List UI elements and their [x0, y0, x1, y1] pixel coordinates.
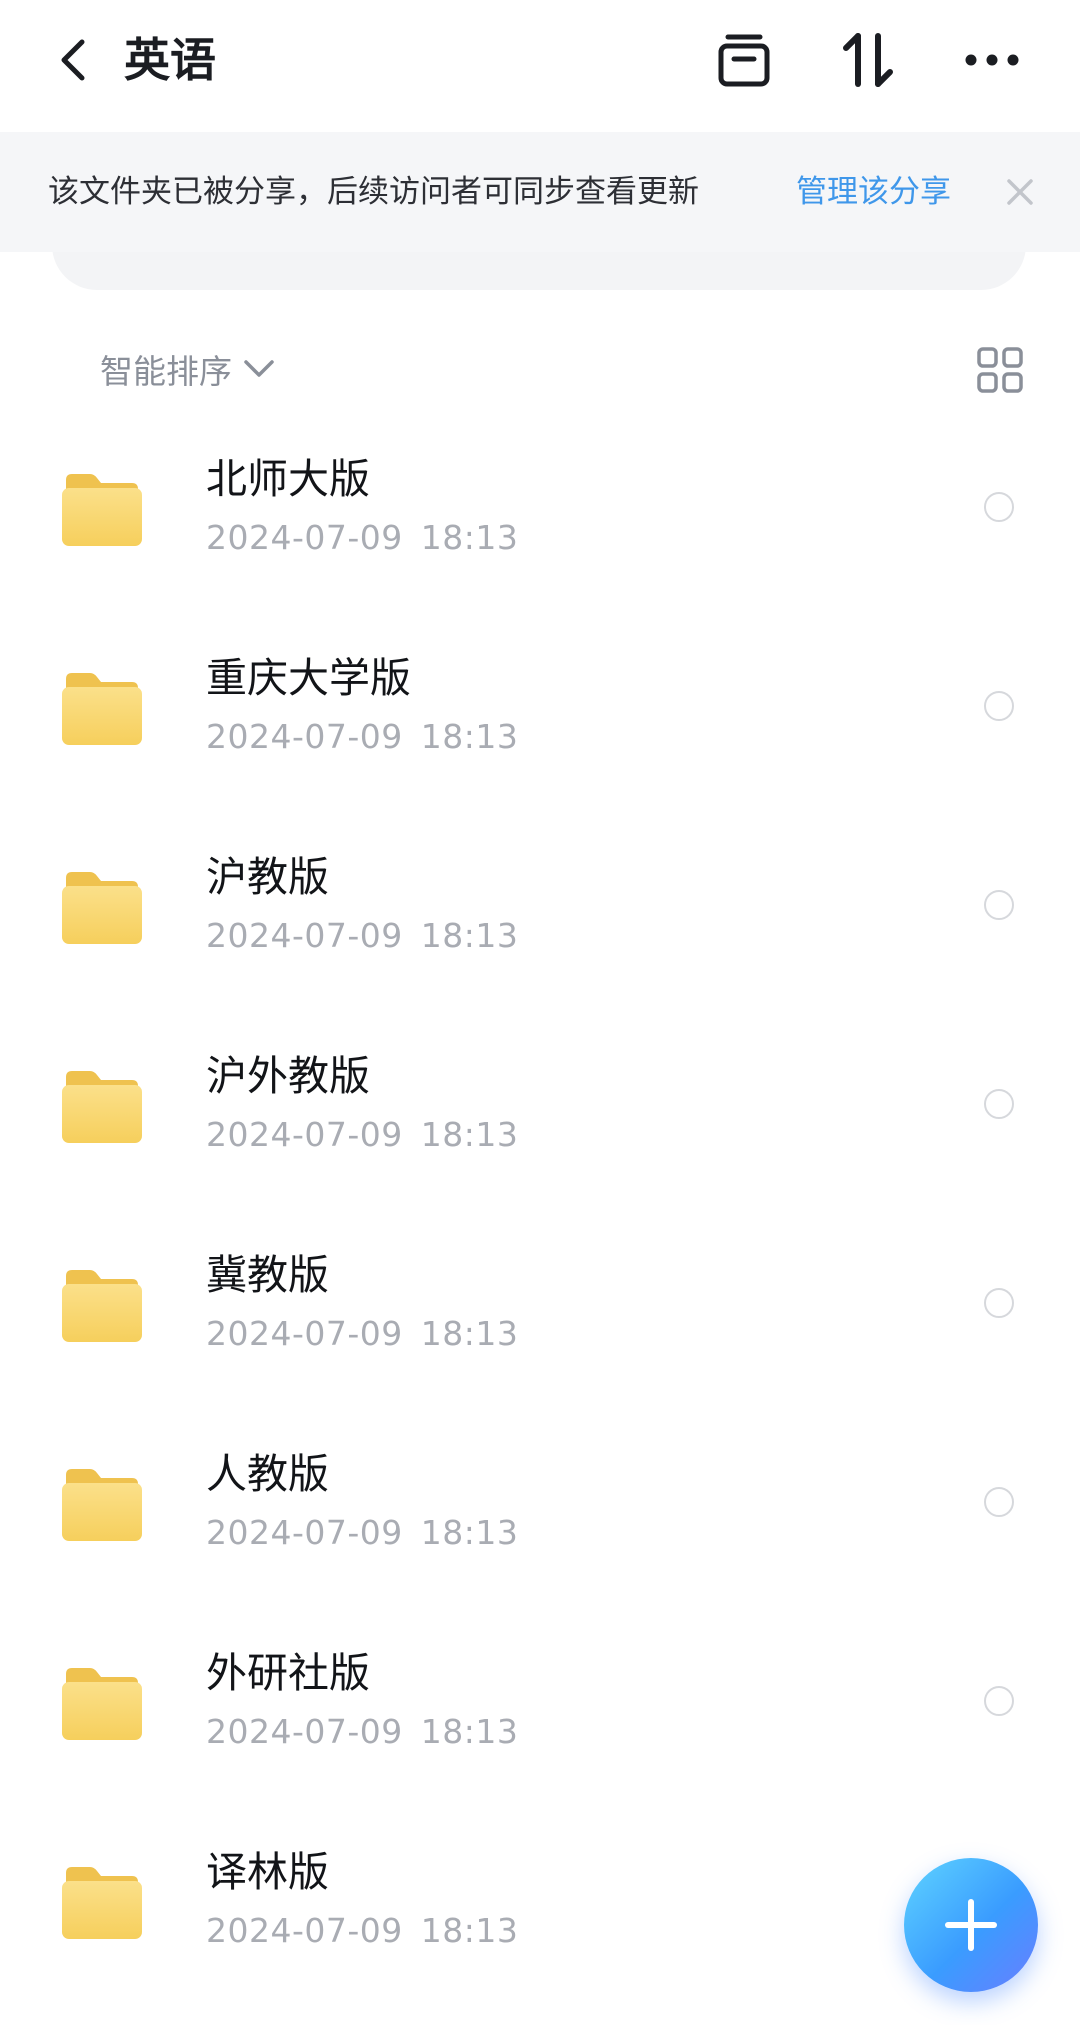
smart-sort-label: 智能排序 [100, 352, 232, 391]
select-checkbox[interactable] [984, 1487, 1014, 1517]
folder-name: 冀教版 [206, 1251, 329, 1299]
folder-date: 2024-07-09 [206, 717, 403, 756]
folder-icon [62, 872, 142, 944]
select-checkbox[interactable] [984, 1288, 1014, 1318]
folder-modified-time: 2024-07-09 18:13 [206, 1113, 518, 1157]
banner-close-button[interactable] [996, 168, 1044, 216]
folder-date: 2024-07-09 [206, 1911, 403, 1950]
folder-name: 沪教版 [206, 853, 329, 901]
folder-clock-time: 18:13 [420, 717, 519, 756]
folder-list: 北师大版 2024-07-09 18:13 重庆大学版 2024-07-09 18:13 沪… [0, 420, 1080, 2012]
folder-row[interactable]: 重庆大学版 2024-07-09 18:13 [0, 619, 1080, 818]
folder-clock-time: 18:13 [420, 1911, 519, 1950]
archive-icon [718, 34, 770, 87]
folder-modified-time: 2024-07-09 18:13 [206, 516, 518, 560]
folder-modified-time: 2024-07-09 18:13 [206, 715, 518, 759]
folder-modified-time: 2024-07-09 18:13 [206, 1511, 518, 1555]
more-icon [965, 54, 1019, 66]
folder-row[interactable]: 北师大版 2024-07-09 18:13 [0, 420, 1080, 619]
folder-row[interactable]: 沪教版 2024-07-09 18:13 [0, 818, 1080, 1017]
back-icon [61, 39, 85, 81]
folder-date: 2024-07-09 [206, 1115, 403, 1154]
folder-clock-time: 18:13 [420, 916, 519, 955]
select-checkbox[interactable] [984, 890, 1014, 920]
folder-icon [62, 1867, 142, 1939]
folder-clock-time: 18:13 [420, 1314, 519, 1353]
back-button[interactable] [44, 30, 104, 90]
folder-date: 2024-07-09 [206, 1712, 403, 1751]
folder-clock-time: 18:13 [420, 1712, 519, 1751]
file-browser-screen: 英语 该文件夹已被分享，后续访问者可同步查看更新 管理该分享 智能排序 北师大版… [0, 0, 1080, 2025]
folder-name: 外研社版 [206, 1649, 370, 1697]
folder-icon [62, 673, 142, 745]
folder-row[interactable]: 冀教版 2024-07-09 18:13 [0, 1216, 1080, 1415]
chevron-down-icon [244, 360, 274, 377]
folder-date: 2024-07-09 [206, 916, 403, 955]
folder-icon [62, 1071, 142, 1143]
folder-date: 2024-07-09 [206, 1314, 403, 1353]
folder-row[interactable]: 外研社版 2024-07-09 18:13 [0, 1614, 1080, 1813]
folder-date: 2024-07-09 [206, 518, 403, 557]
select-checkbox[interactable] [984, 691, 1014, 721]
folder-icon [62, 1668, 142, 1740]
folder-date: 2024-07-09 [206, 1513, 403, 1552]
sort-button[interactable] [836, 28, 900, 92]
share-banner-message: 该文件夹已被分享，后续访问者可同步查看更新 [48, 174, 699, 210]
close-icon [1007, 179, 1033, 205]
grid-view-icon [977, 347, 1023, 393]
folder-name: 北师大版 [206, 455, 370, 503]
select-checkbox[interactable] [984, 1686, 1014, 1716]
folder-name: 人教版 [206, 1450, 329, 1498]
plus-icon [945, 1899, 997, 1951]
folder-icon [62, 1469, 142, 1541]
folder-name: 重庆大学版 [206, 654, 411, 702]
folder-modified-time: 2024-07-09 18:13 [206, 1312, 518, 1356]
top-bar: 英语 [0, 0, 1080, 130]
folder-clock-time: 18:13 [420, 518, 519, 557]
select-checkbox[interactable] [984, 492, 1014, 522]
folder-modified-time: 2024-07-09 18:13 [206, 914, 518, 958]
folder-row[interactable]: 人教版 2024-07-09 18:13 [0, 1415, 1080, 1614]
select-checkbox[interactable] [984, 1089, 1014, 1119]
share-banner: 该文件夹已被分享，后续访问者可同步查看更新 管理该分享 [0, 132, 1080, 252]
folder-name: 译林版 [206, 1848, 329, 1896]
sort-icon [843, 33, 893, 87]
folder-clock-time: 18:13 [420, 1513, 519, 1552]
folder-row[interactable]: 沪外教版 2024-07-09 18:13 [0, 1017, 1080, 1216]
folder-icon [62, 474, 142, 546]
folder-icon [62, 1270, 142, 1342]
folder-modified-time: 2024-07-09 18:13 [206, 1710, 518, 1754]
folder-modified-time: 2024-07-09 18:13 [206, 1909, 518, 1953]
folder-clock-time: 18:13 [420, 1115, 519, 1154]
page-title: 英语 [124, 33, 216, 87]
more-button[interactable] [960, 28, 1024, 92]
manage-share-link[interactable]: 管理该分享 [796, 132, 951, 252]
archive-button[interactable] [712, 28, 776, 92]
grid-view-button[interactable] [974, 344, 1026, 396]
folder-name: 沪外教版 [206, 1052, 370, 1100]
smart-sort-dropdown[interactable]: 智能排序 [100, 344, 276, 394]
add-button[interactable] [904, 1858, 1038, 1992]
